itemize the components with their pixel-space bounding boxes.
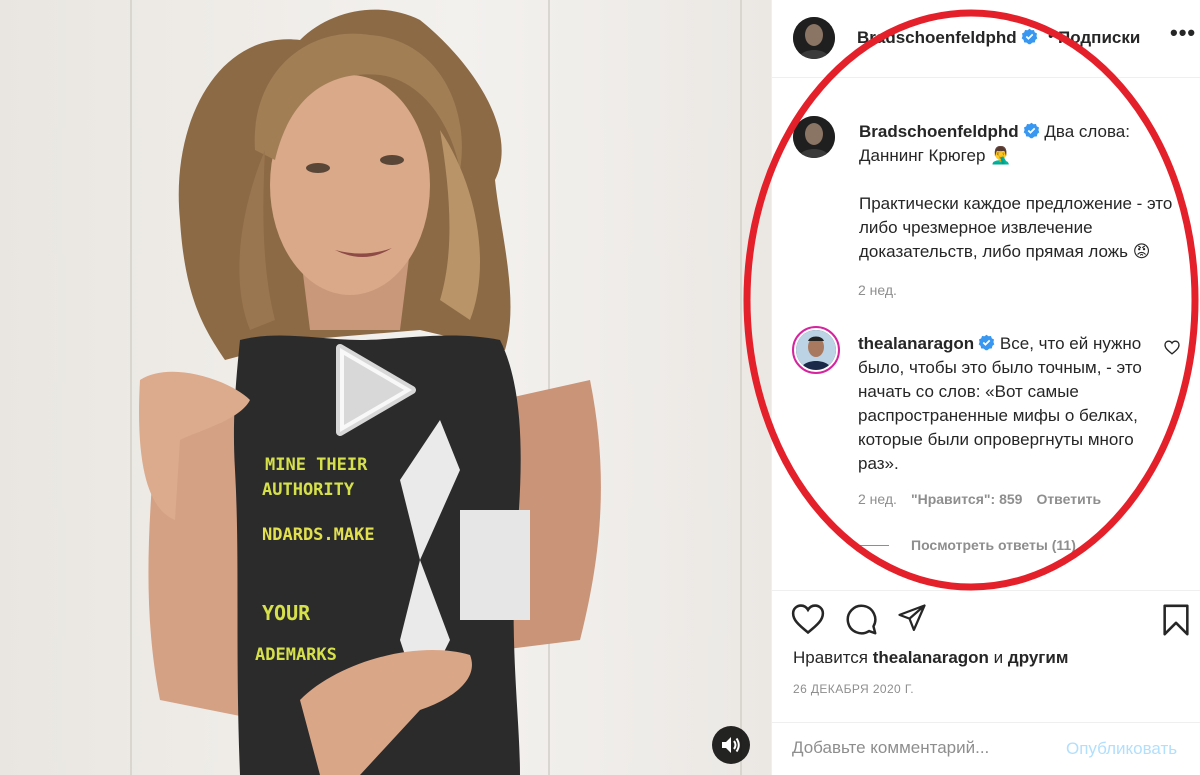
caption-timestamp[interactable]: 2 нед. bbox=[858, 282, 897, 298]
caption-text: Bradschoenfeldphd Два слова: Даннинг Крю… bbox=[859, 120, 1189, 264]
heart-icon bbox=[791, 604, 825, 635]
view-replies-button[interactable]: Посмотреть ответы (11) bbox=[855, 537, 1076, 553]
verified-icon bbox=[1021, 28, 1037, 45]
heart-icon bbox=[1164, 340, 1180, 355]
share-button[interactable] bbox=[897, 603, 927, 638]
like-button[interactable] bbox=[791, 603, 825, 640]
comment-username[interactable]: thealanaragon bbox=[858, 334, 974, 353]
likes-others[interactable]: другим bbox=[1008, 648, 1069, 667]
bookmark-icon bbox=[1163, 604, 1189, 636]
more-options-button[interactable]: ••• bbox=[1170, 20, 1196, 46]
author-username-text[interactable]: Bradschoenfeldphd bbox=[857, 28, 1017, 47]
video-player[interactable]: MINE THEIR AUTHORITY NDARDS.MAKE YOUR AD… bbox=[0, 0, 771, 775]
likes-summary: Нравится thealanaragon и другим bbox=[793, 648, 1068, 668]
avatar-image bbox=[796, 330, 836, 370]
publish-button[interactable]: Опубликовать bbox=[1066, 739, 1177, 759]
play-icon bbox=[336, 344, 416, 436]
caption-avatar[interactable] bbox=[793, 116, 835, 158]
verified-icon bbox=[1023, 122, 1039, 139]
comment-timestamp[interactable]: 2 нед. bbox=[858, 491, 897, 507]
likes-prefix: Нравится bbox=[793, 648, 873, 667]
svg-text:ADEMARKS: ADEMARKS bbox=[255, 645, 337, 665]
comment-meta: 2 нед. "Нравится": 859 Ответить bbox=[858, 491, 1101, 507]
comment-like-button[interactable] bbox=[1164, 340, 1180, 360]
likes-user[interactable]: thealanaragon bbox=[873, 648, 989, 667]
speaker-icon bbox=[722, 737, 740, 753]
comment-text: thealanaragon Все, что ей нужно было, чт… bbox=[858, 332, 1143, 476]
post-header: Bradschoenfeldphd • Подписки ••• bbox=[772, 0, 1200, 78]
reply-button[interactable]: Ответить bbox=[1036, 491, 1101, 507]
likes-middle: и bbox=[988, 648, 1008, 667]
caption-line-2: Практически каждое предложение - это либ… bbox=[859, 194, 1173, 261]
save-button[interactable] bbox=[1161, 603, 1191, 642]
replies-divider bbox=[855, 544, 889, 546]
comment-input[interactable] bbox=[792, 738, 1052, 758]
svg-text:MINE THEIR: MINE THEIR bbox=[265, 455, 368, 475]
comment-like-count[interactable]: "Нравится": 859 bbox=[911, 491, 1022, 507]
svg-text:AUTHORITY: AUTHORITY bbox=[262, 480, 355, 500]
play-button[interactable] bbox=[325, 340, 425, 440]
post-date[interactable]: 26 ДЕКАБРЯ 2020 Г. bbox=[793, 682, 914, 696]
verified-icon bbox=[978, 334, 995, 351]
author-avatar[interactable] bbox=[793, 17, 835, 59]
view-replies-label[interactable]: Посмотреть ответы (11) bbox=[911, 537, 1076, 553]
commenter-avatar[interactable] bbox=[792, 326, 840, 374]
svg-text:YOUR: YOUR bbox=[262, 601, 311, 625]
sound-toggle-button[interactable] bbox=[712, 726, 750, 764]
author-username[interactable]: Bradschoenfeldphd bbox=[857, 28, 1038, 48]
svg-text:NDARDS.MAKE: NDARDS.MAKE bbox=[262, 525, 375, 545]
post-action-bar bbox=[771, 590, 1200, 646]
avatar-image bbox=[793, 17, 835, 59]
avatar-image bbox=[793, 116, 835, 158]
comment-body: Все, что ей нужно было, чтобы это было т… bbox=[858, 334, 1142, 473]
share-icon bbox=[898, 604, 926, 631]
comment-button[interactable] bbox=[845, 603, 878, 641]
comment-icon bbox=[846, 604, 877, 635]
following-button[interactable]: Подписки bbox=[1058, 28, 1140, 48]
caption-username[interactable]: Bradschoenfeldphd bbox=[859, 122, 1019, 141]
header-separator: • bbox=[1048, 28, 1054, 45]
add-comment-bar: Опубликовать bbox=[771, 722, 1200, 775]
